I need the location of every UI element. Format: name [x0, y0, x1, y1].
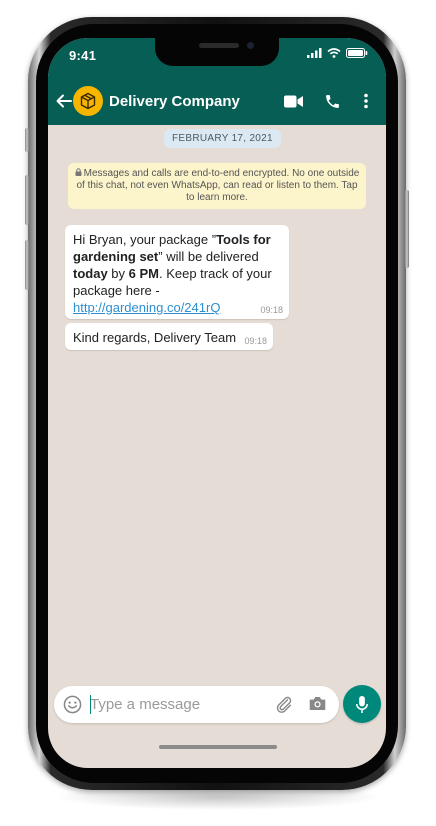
tracking-link[interactable]: http://gardening.co/241rQ	[73, 300, 220, 315]
camera-icon[interactable]	[308, 695, 327, 712]
video-call-icon[interactable]	[284, 95, 303, 108]
message-bubble[interactable]: Hi Bryan, your package ”Tools for garden…	[65, 225, 289, 319]
earpiece-speaker	[199, 43, 239, 48]
phone-call-icon[interactable]	[324, 93, 341, 110]
message-time: 09:18	[244, 336, 267, 346]
home-indicator[interactable]	[159, 745, 277, 749]
phone-screen: 9:41 Delivery Company FEBRUARY 17, 2021 …	[48, 38, 386, 768]
back-arrow-icon[interactable]	[55, 92, 73, 110]
phone-notch	[155, 38, 279, 66]
package-avatar-icon	[80, 92, 96, 110]
message-input[interactable]	[90, 694, 270, 715]
message-composer	[54, 686, 339, 723]
voice-message-button[interactable]	[343, 685, 381, 723]
lock-icon	[75, 168, 82, 180]
contact-avatar[interactable]	[73, 86, 103, 116]
message-text: Hi Bryan, your package ”Tools for garden…	[73, 232, 272, 315]
wifi-icon	[327, 48, 341, 58]
date-chip: FEBRUARY 17, 2021	[164, 129, 281, 148]
text-caret	[90, 695, 91, 714]
encryption-notice[interactable]: Messages and calls are end-to-end encryp…	[68, 163, 366, 209]
signal-icon	[307, 48, 322, 58]
status-bar-time: 9:41	[69, 48, 97, 63]
front-camera	[247, 42, 254, 49]
attachment-icon[interactable]	[274, 695, 294, 714]
more-options-icon[interactable]	[363, 93, 369, 109]
message-time: 09:18	[260, 305, 283, 315]
phone-volume-down-button	[25, 240, 29, 290]
message-bubble[interactable]: Kind regards, Delivery Team 09:18	[65, 323, 273, 350]
battery-icon	[346, 48, 368, 58]
emoji-icon[interactable]	[63, 695, 82, 714]
status-bar-icons	[307, 48, 368, 58]
phone-power-button	[405, 190, 409, 268]
microphone-icon	[356, 695, 368, 713]
encryption-notice-text: Messages and calls are end-to-end encryp…	[76, 168, 360, 203]
contact-name[interactable]: Delivery Company	[109, 93, 240, 110]
phone-volume-up-button	[25, 175, 29, 225]
phone-mute-switch	[25, 128, 29, 152]
